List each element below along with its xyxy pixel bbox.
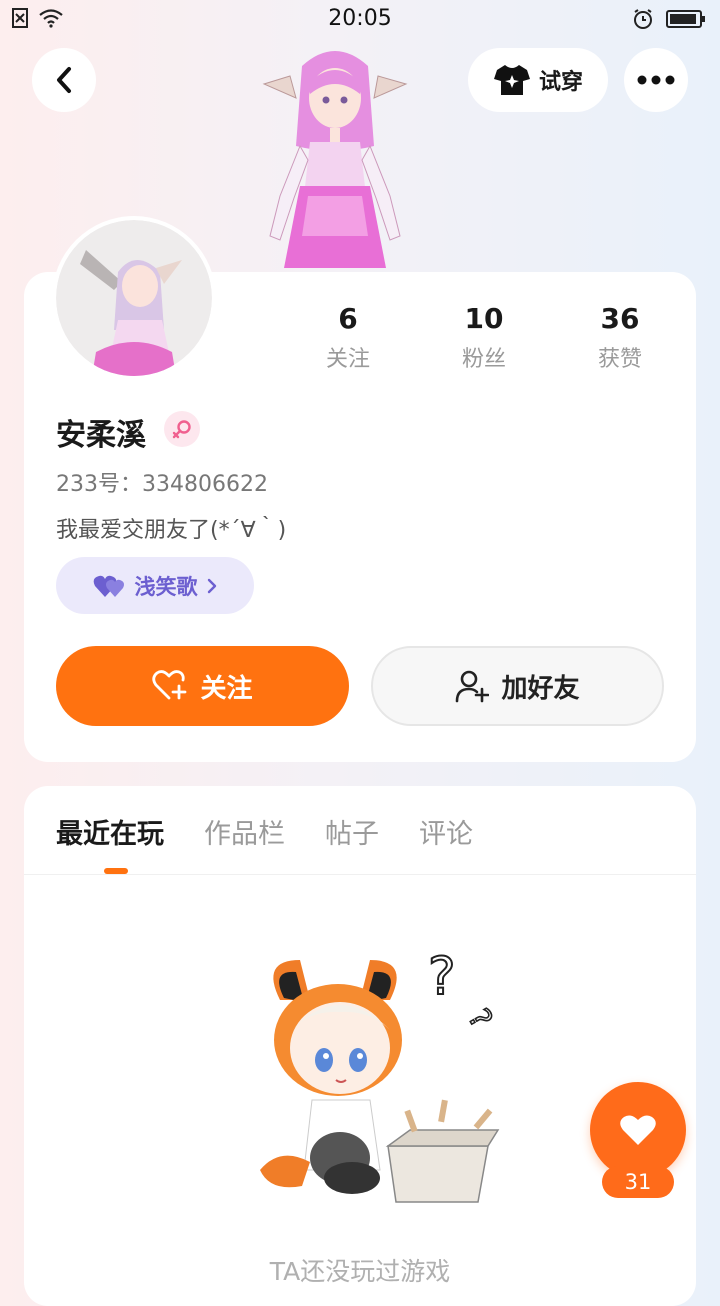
- empty-state-text: TA还没玩过游戏: [269, 1257, 451, 1286]
- couple-heart-icon: [93, 575, 124, 597]
- try-on-label: 试穿: [538, 70, 583, 95]
- stat-likes-label: 获赞: [597, 347, 642, 372]
- tab-comments[interactable]: 评论: [419, 812, 473, 851]
- partner-tag-label: 浅笑歌: [134, 574, 198, 599]
- avatar-image: [56, 220, 212, 376]
- follow-button-label: 关注: [200, 673, 253, 704]
- follow-button[interactable]: 关注: [56, 646, 349, 726]
- back-button[interactable]: [32, 48, 96, 112]
- chevron-right-icon: [207, 578, 216, 593]
- avatar[interactable]: [56, 220, 212, 376]
- more-button[interactable]: [624, 48, 688, 112]
- user-id: 233号：334806622: [56, 472, 268, 497]
- status-bar: 20:05: [0, 0, 720, 40]
- status-right: [632, 8, 706, 30]
- svg-text:?: ?: [428, 947, 456, 1007]
- like-count-badge: 31: [602, 1166, 674, 1198]
- add-user-icon: [456, 670, 490, 703]
- content-tabs: 最近在玩 作品栏 帖子 评论: [56, 812, 513, 851]
- like-button[interactable]: [590, 1082, 686, 1178]
- stat-fans-value: 10: [464, 302, 504, 335]
- status-time: 20:05: [328, 6, 392, 31]
- try-on-button[interactable]: 试穿: [468, 48, 608, 112]
- tshirt-icon: [493, 65, 530, 95]
- partner-tag[interactable]: 浅笑歌: [56, 557, 254, 614]
- heart-icon: [620, 1115, 656, 1145]
- tab-recently-played[interactable]: 最近在玩: [56, 812, 164, 851]
- hero-character-image: [262, 51, 408, 268]
- tab-works[interactable]: 作品栏: [204, 812, 285, 851]
- stat-following[interactable]: 6 关注: [288, 302, 408, 373]
- stat-fans[interactable]: 10 粉丝: [424, 302, 544, 373]
- stat-following-label: 关注: [325, 347, 370, 372]
- heart-plus-icon: [152, 670, 187, 700]
- stat-fans-label: 粉丝: [461, 347, 506, 372]
- tab-posts[interactable]: 帖子: [325, 812, 379, 851]
- alarm-icon: [634, 9, 652, 29]
- stat-following-value: 6: [338, 302, 358, 335]
- battery-icon: [666, 10, 705, 28]
- add-friend-button-label: 加好友: [501, 673, 580, 704]
- tab-divider: [24, 874, 696, 875]
- profile-name: 安柔溪: [56, 418, 146, 453]
- empty-state-illustration: ? ?: [260, 946, 499, 1203]
- svg-text:?: ?: [460, 1003, 498, 1034]
- stat-likes[interactable]: 36 获赞: [560, 302, 680, 373]
- bio: 我最爱交朋友了(*´∀｀): [56, 518, 287, 543]
- female-icon: [172, 420, 191, 439]
- gender-badge: [164, 411, 200, 447]
- stat-likes-value: 36: [600, 302, 640, 335]
- chevron-left-icon: [57, 67, 71, 93]
- more-dots-icon: [637, 75, 675, 85]
- add-friend-button[interactable]: 加好友: [371, 646, 664, 726]
